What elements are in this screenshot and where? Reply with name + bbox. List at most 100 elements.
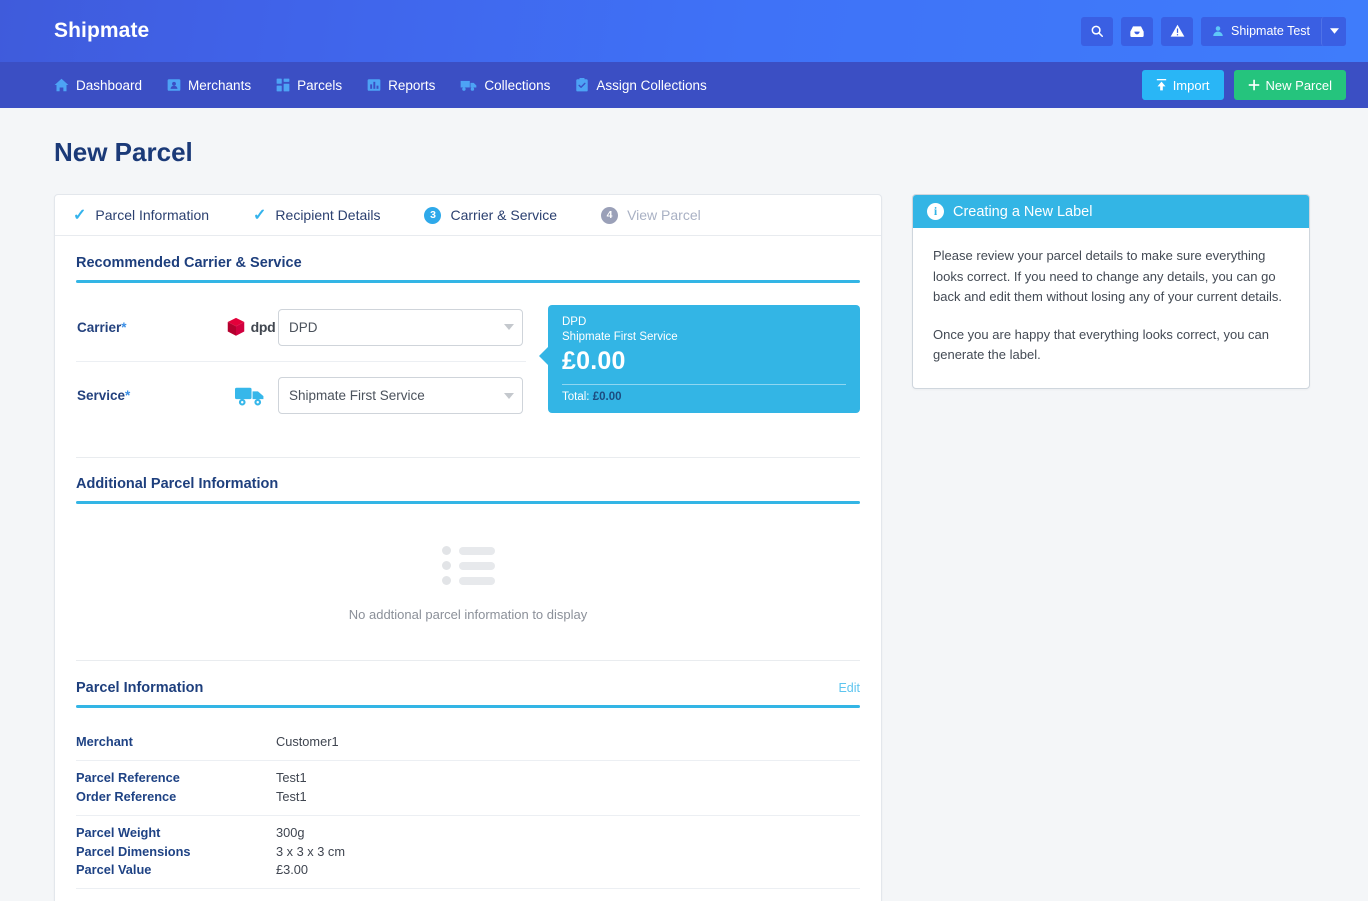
info-paragraph-1: Please review your parcel details to mak… — [933, 248, 1283, 304]
carrier-section-header: Recommended Carrier & Service — [76, 255, 860, 280]
bar-chart-icon — [367, 78, 381, 92]
department-heading: DEPARTMENT — [76, 889, 860, 901]
price-card: DPD Shipmate First Service £0.00 Total: … — [539, 305, 860, 413]
table-group-divider: DEPARTMENT — [76, 888, 860, 901]
info-panel: i Creating a New Label Please review you… — [912, 194, 1310, 389]
truck-icon — [460, 79, 477, 92]
price-card-carrier: DPD — [562, 316, 587, 328]
edit-link[interactable]: Edit — [838, 681, 860, 695]
contact-card-icon — [167, 78, 181, 92]
step-number-badge: 4 — [601, 206, 619, 224]
search-icon[interactable] — [1081, 16, 1114, 46]
service-label: Service* — [77, 388, 222, 403]
home-icon — [54, 78, 69, 92]
info-paragraph-2: Once you are happy that everything looks… — [933, 326, 1270, 363]
price-card-divider — [562, 384, 846, 385]
dpd-logo-icon: dpd — [222, 316, 278, 338]
row-value: 300g — [276, 825, 305, 841]
price-card-wrapper: DPD Shipmate First Service £0.00 Total: … — [539, 305, 860, 429]
table-row: Parcel Value £3.00 — [76, 861, 860, 880]
carrier-field-row: Carrier* dpd DPD — [76, 293, 526, 361]
service-field-row: Service* Shipmate First Service — [76, 361, 526, 429]
dpd-wordmark: dpd — [250, 319, 276, 335]
carrier-select[interactable]: DPD — [278, 308, 523, 346]
empty-state-text: No addtional parcel information to displ… — [348, 607, 588, 622]
row-key: Parcel Dimensions — [76, 843, 191, 859]
new-parcel-button[interactable]: New Parcel — [1233, 70, 1346, 100]
row-key: Parcel Weight — [76, 825, 161, 841]
parcel-information-header: Parcel Information Edit — [76, 661, 860, 705]
nav-item-assign-collections[interactable]: Assign Collections — [575, 77, 707, 93]
service-select-value: Shipmate First Service — [289, 388, 425, 403]
row-value: 3 x 3 x 3 cm — [276, 843, 345, 859]
service-label-text: Service — [77, 388, 126, 403]
user-menu[interactable]: Shipmate Test — [1201, 16, 1346, 46]
row-key: Order Reference — [76, 788, 177, 804]
nav-item-merchants[interactable]: Merchants — [167, 78, 251, 93]
nav-item-collections[interactable]: Collections — [460, 78, 550, 93]
service-select[interactable]: Shipmate First Service — [278, 377, 523, 414]
section-title: Parcel Information — [76, 680, 204, 696]
step-label: Carrier & Service — [450, 207, 558, 223]
required-asterisk: * — [125, 388, 131, 403]
additional-section-header: Additional Parcel Information — [76, 458, 860, 501]
wizard-steps: ✓ Parcel Information ✓ Recipient Details… — [55, 195, 881, 236]
table-row: Merchant Customer1 — [76, 732, 860, 751]
nav-actions: Import New Parcel — [1141, 70, 1346, 100]
alert-icon[interactable] — [1161, 16, 1194, 46]
step-view-parcel[interactable]: 4 View Parcel — [601, 206, 701, 224]
check-icon: ✓ — [73, 207, 87, 224]
total-value: £0.00 — [592, 391, 622, 403]
clipboard-check-icon — [575, 78, 589, 92]
carrier-fields: Carrier* dpd DPD Service* Shipmate First… — [76, 293, 526, 429]
table-row: Parcel Reference Test1 — [76, 769, 860, 788]
price-card-total: Total: £0.00 — [562, 391, 846, 403]
row-key: Parcel Value — [76, 862, 152, 878]
plus-icon — [1248, 79, 1259, 91]
chevron-down-icon[interactable] — [1321, 16, 1346, 46]
table-row: Order Reference Test1 — [76, 787, 860, 806]
user-chip[interactable]: Shipmate Test — [1201, 16, 1321, 46]
new-parcel-card: ✓ Parcel Information ✓ Recipient Details… — [54, 194, 882, 901]
info-icon: i — [927, 203, 944, 220]
section-title: Recommended Carrier & Service — [76, 255, 302, 271]
price-card-amount: £0.00 — [562, 347, 626, 375]
inbox-icon[interactable] — [1121, 16, 1154, 46]
import-button[interactable]: Import — [1141, 70, 1224, 100]
step-number-badge: 3 — [424, 206, 442, 224]
nav-item-parcels[interactable]: Parcels — [276, 78, 342, 93]
carrier-label: Carrier* — [77, 320, 222, 335]
row-value: Test1 — [276, 788, 307, 804]
step-parcel-information[interactable]: ✓ Parcel Information — [73, 205, 209, 225]
grid-icon — [276, 78, 290, 92]
chevron-down-icon — [504, 392, 514, 399]
section-title: Additional Parcel Information — [76, 476, 279, 492]
nav-items: Dashboard Merchants Parcels Reports Coll — [54, 78, 707, 93]
page-title: New Parcel — [54, 137, 193, 167]
card-body: Recommended Carrier & Service Carrier* d… — [55, 236, 881, 901]
table-group: Parcel Reference Test1 Order Reference T… — [76, 759, 860, 815]
row-value: Test1 — [276, 770, 307, 786]
import-label: Import — [1172, 77, 1210, 93]
step-carrier-service[interactable]: 3 Carrier & Service — [424, 206, 558, 224]
nav-label: Parcels — [297, 77, 343, 93]
price-card-service: Shipmate First Service — [562, 331, 678, 343]
top-header: Shipmate Shipmate Test — [0, 0, 1368, 62]
total-label: Total: — [562, 391, 590, 403]
step-label: Recipient Details — [275, 207, 381, 223]
parcel-information-table: Merchant Customer1 Parcel Reference Test… — [76, 708, 860, 901]
row-key: Parcel Reference — [76, 770, 180, 786]
nav-item-reports[interactable]: Reports — [367, 78, 435, 93]
table-row: Parcel Weight 300g — [76, 824, 860, 843]
list-placeholder-icon — [441, 546, 495, 585]
main-navigation: Dashboard Merchants Parcels Reports Coll — [0, 62, 1368, 108]
carrier-select-value: DPD — [289, 319, 318, 335]
table-group: Parcel Weight 300g Parcel Dimensions 3 x… — [76, 814, 860, 889]
table-row: Parcel Dimensions 3 x 3 x 3 cm — [76, 842, 860, 861]
step-recipient-details[interactable]: ✓ Recipient Details — [253, 205, 380, 225]
brand-logo[interactable]: Shipmate — [54, 19, 149, 43]
info-panel-title: Creating a New Label — [953, 203, 1093, 220]
nav-item-dashboard[interactable]: Dashboard — [54, 78, 142, 93]
nav-label: Assign Collections — [596, 77, 707, 93]
chevron-down-icon — [504, 324, 514, 330]
